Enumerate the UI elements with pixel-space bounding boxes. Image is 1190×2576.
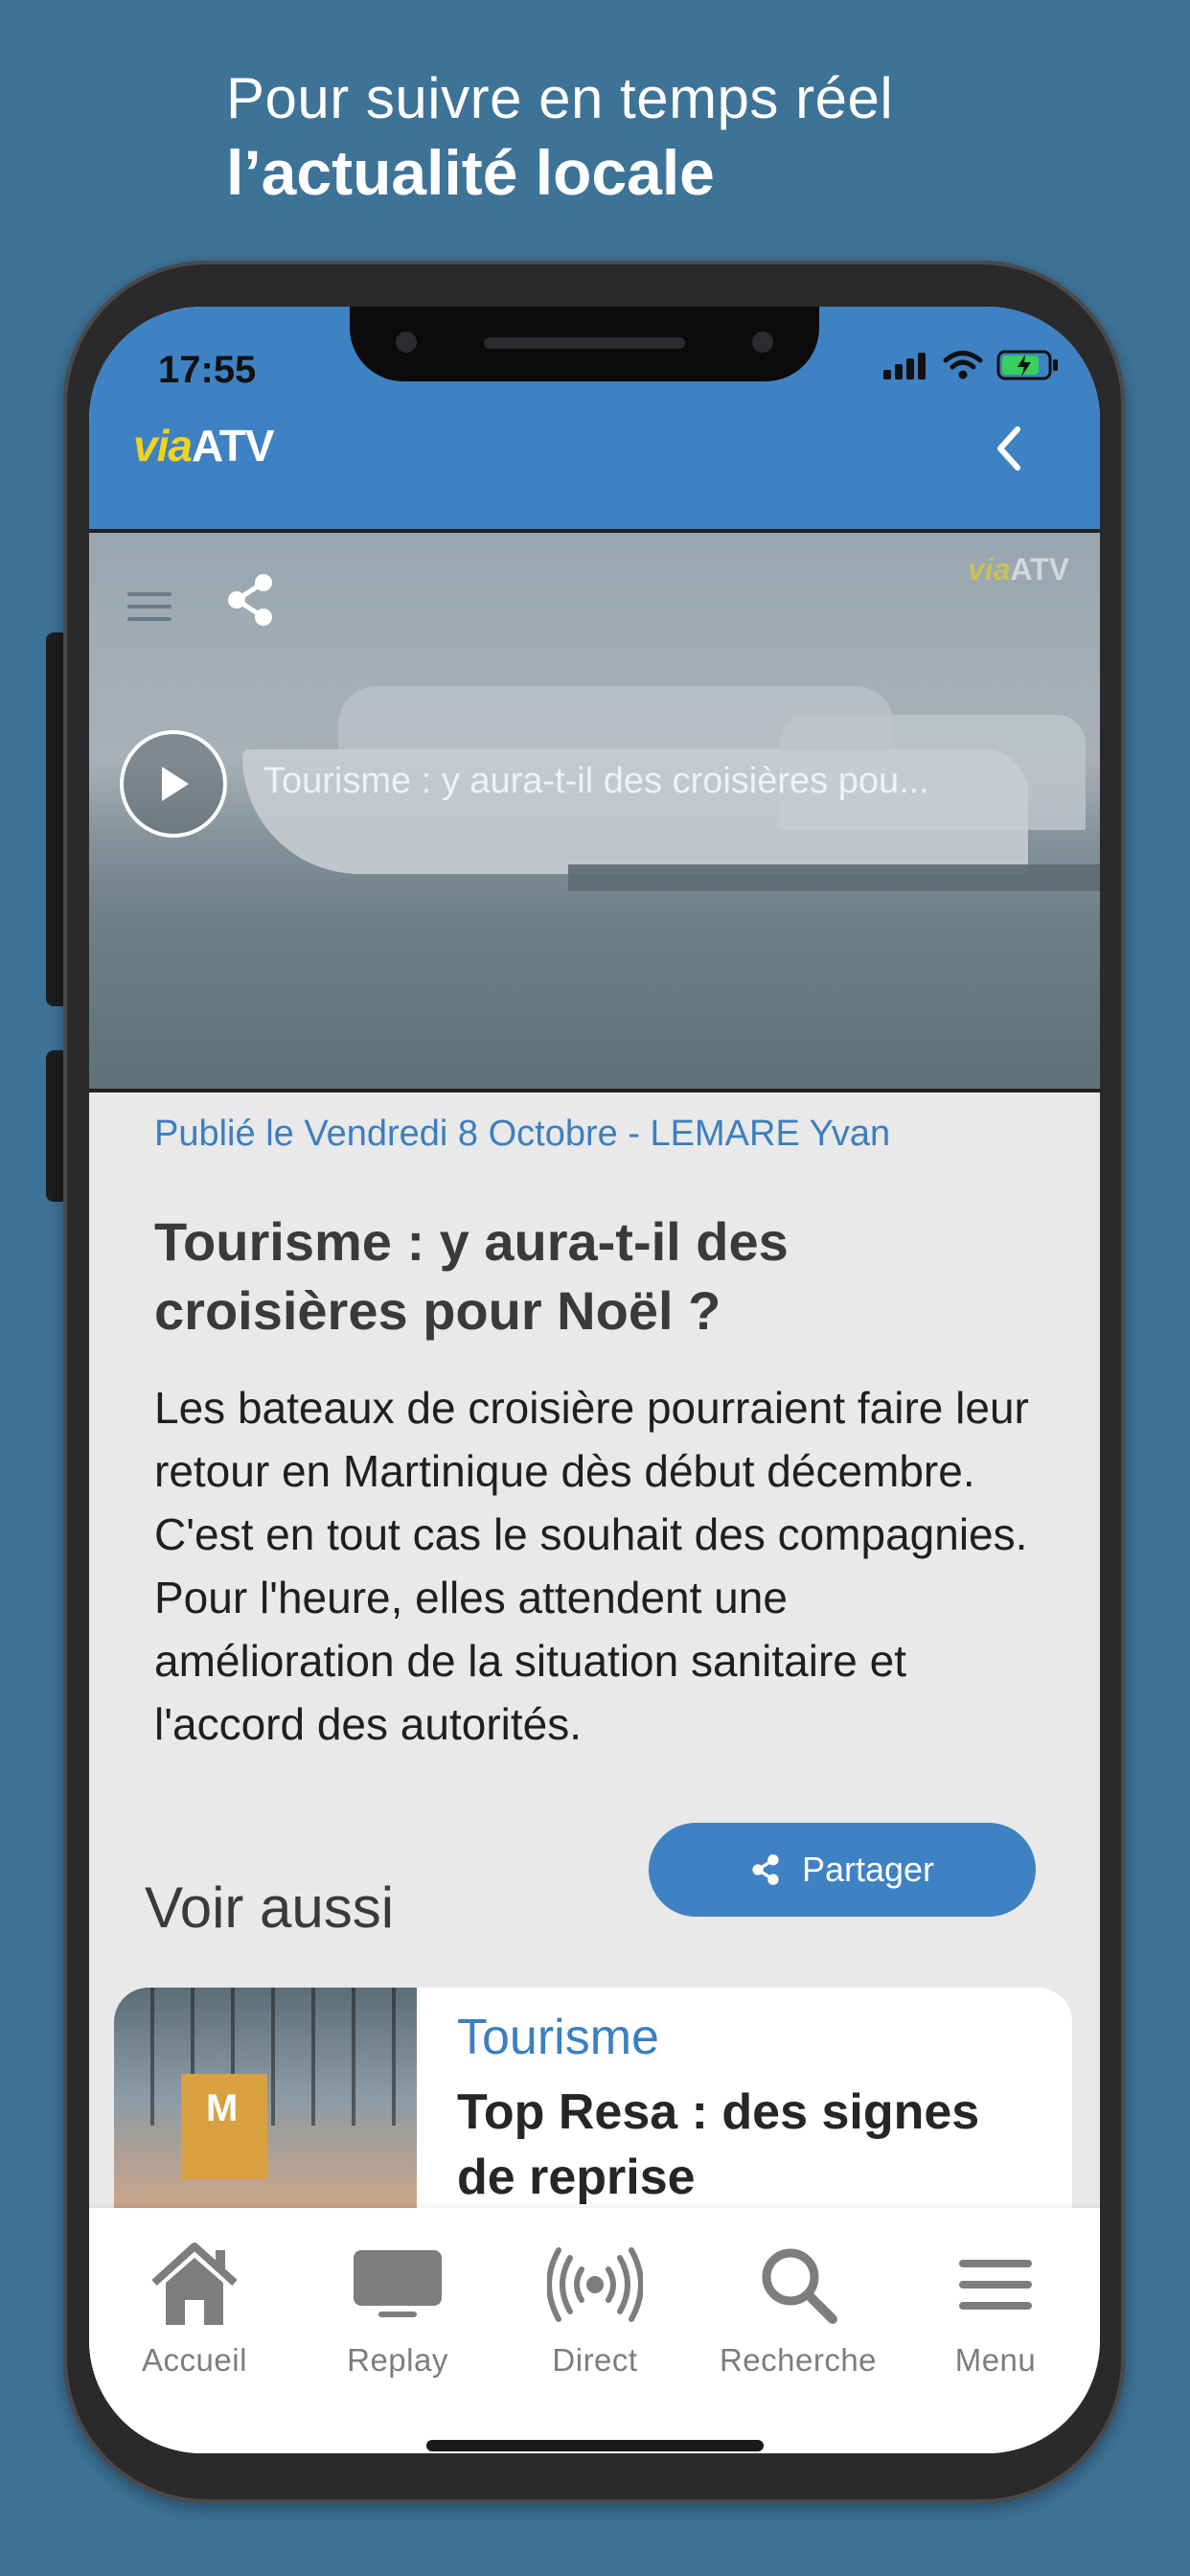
bottom-tab-bar: Accueil Replay Direct Recherche Menu: [89, 2208, 1100, 2453]
status-icons: [881, 349, 1060, 381]
tab-direct-label: Direct: [552, 2342, 638, 2378]
app-header: 17:55 viaATV: [89, 307, 1100, 529]
promo-line-1: Pour suivre en temps réel: [226, 66, 894, 130]
related-article-category: Tourisme: [457, 2010, 659, 2065]
notch-speaker: [484, 337, 685, 349]
tab-recherche-label: Recherche: [719, 2342, 878, 2378]
logo-atv: ATV: [191, 421, 275, 471]
tab-replay-label: Replay: [347, 2342, 448, 2378]
share-icon: [752, 1854, 779, 1885]
tab-replay[interactable]: Replay: [302, 2237, 493, 2379]
tv-icon: [354, 2250, 442, 2317]
share-icon: [228, 574, 272, 626]
notch-camera: [752, 332, 773, 353]
notch: [350, 307, 819, 381]
status-time: 17:55: [158, 349, 257, 391]
battery-icon: [996, 350, 1058, 380]
video-share-button[interactable]: [223, 571, 277, 633]
article-published-line: Publié le Vendredi 8 Octobre - LEMARE Yv…: [154, 1114, 891, 1154]
tab-accueil-label: Accueil: [142, 2342, 247, 2378]
back-button[interactable]: [985, 420, 1033, 477]
article-body: Les bateaux de croisière pourraient fair…: [154, 1383, 1029, 1749]
menu-icon: [959, 2260, 1032, 2310]
video-player[interactable]: viaATV Tourisme : y aura-t-il des croisi…: [89, 529, 1100, 1092]
video-watermark-logo: viaATV: [968, 552, 1069, 587]
app-logo: viaATV: [133, 420, 275, 472]
broadcast-icon: [547, 2247, 643, 2322]
search-icon: [762, 2248, 837, 2324]
logo-via: via: [133, 421, 193, 471]
share-button[interactable]: Partager: [649, 1823, 1036, 1917]
tab-menu[interactable]: Menu: [900, 2237, 1091, 2379]
phone-screen: 17:55 viaATV viaATV Tourisme: y aura-t-…: [89, 307, 1100, 2453]
promo-headline: Pour suivre en temps réel l’actualité lo…: [226, 63, 893, 211]
chevron-left-icon: [997, 426, 1020, 471]
home-icon: [151, 2242, 238, 2325]
video-menu-icon[interactable]: [127, 583, 172, 631]
video-title: Tourisme : y aura-t-il des croisières po…: [263, 761, 929, 801]
tab-direct[interactable]: Direct: [499, 2237, 691, 2379]
tab-accueil[interactable]: Accueil: [99, 2237, 290, 2379]
see-also-heading: Voir aussi: [145, 1875, 395, 1940]
article-title: Tourisme : y aura-t-il des croisières po…: [154, 1211, 789, 1341]
video-logo-atv: ATV: [1010, 552, 1069, 586]
tab-recherche[interactable]: Recherche: [702, 2237, 894, 2379]
signal-icon: [883, 353, 926, 380]
notch-sensor: [396, 332, 417, 353]
promo-line-2: l’actualité locale: [226, 137, 715, 208]
tab-menu-label: Menu: [954, 2342, 1037, 2378]
home-indicator[interactable]: [426, 2440, 764, 2451]
share-button-label: Partager: [801, 1850, 935, 1889]
play-icon: [162, 767, 189, 801]
video-logo-via: via: [967, 552, 1011, 586]
play-button[interactable]: [120, 730, 227, 838]
related-article-title: Top Resa : des signes de reprise: [457, 2084, 980, 2205]
wifi-icon: [943, 351, 983, 380]
